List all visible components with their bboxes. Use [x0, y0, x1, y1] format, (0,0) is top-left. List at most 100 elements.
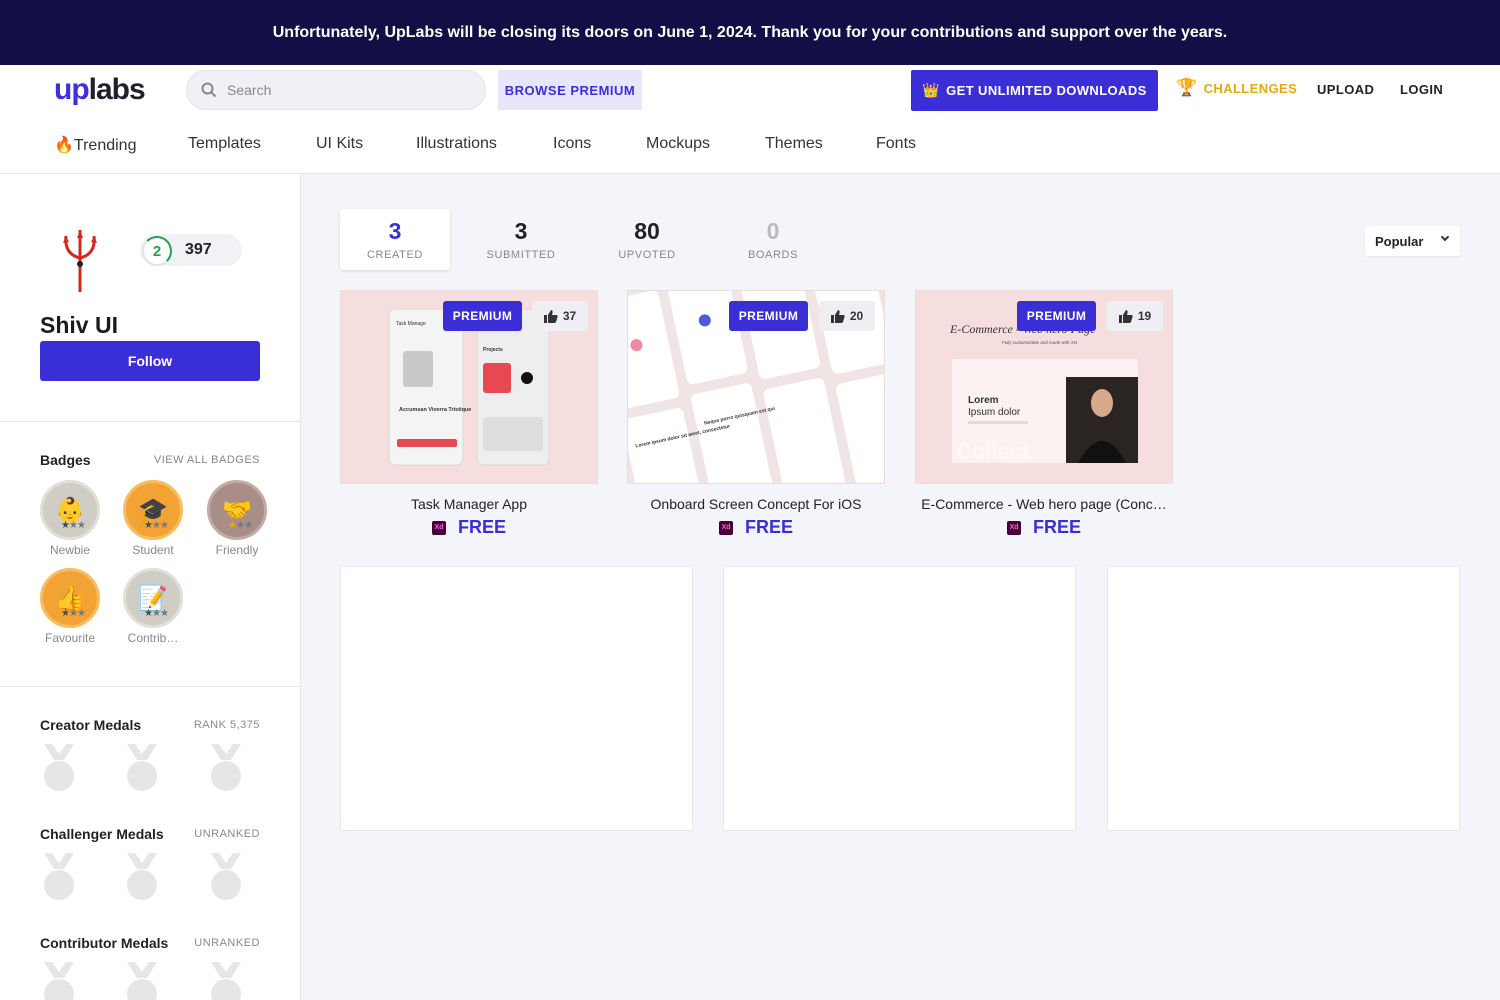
mock-text: Accumsan Viverra Tristique	[399, 407, 471, 413]
trophy-icon: 🏆	[1176, 78, 1198, 97]
like-button[interactable]: 19	[1107, 301, 1163, 331]
challenger-rank: UNRANKED	[194, 828, 260, 840]
medal-icon	[44, 853, 74, 900]
medal-icon	[44, 744, 74, 791]
card-title[interactable]: Task Manager App	[340, 496, 598, 512]
tab-label: CREATED	[367, 249, 423, 261]
medal-icon	[211, 744, 241, 791]
banner-text: Unfortunately, UpLabs will be closing it…	[272, 23, 1228, 41]
design-card[interactable]: E-Commerce - Web hero Page Fully customi…	[915, 290, 1173, 538]
challenges-label: CHALLENGES	[1203, 80, 1298, 96]
profile-name: Shiv UI	[40, 312, 118, 338]
avatar[interactable]	[58, 228, 102, 294]
get-unlimited-downloads-button[interactable]: 👑 GET UNLIMITED DOWNLOADS	[911, 70, 1158, 111]
badge-newbie-circle: 👶 ★★★	[40, 480, 100, 540]
mock-text: Lorem	[968, 395, 999, 406]
contributor-rank: UNRANKED	[194, 937, 260, 949]
premium-badge: PREMIUM	[443, 301, 522, 331]
closing-announcement-banner: Unfortunately, UpLabs will be closing it…	[0, 0, 1500, 65]
search-box[interactable]	[186, 70, 486, 110]
logo-up: up	[54, 73, 90, 106]
medal-icon	[127, 962, 157, 1000]
card-title[interactable]: E-Commerce - Web hero page (Conc…	[915, 496, 1173, 512]
loading-card-placeholder	[723, 566, 1076, 831]
design-card[interactable]: Lorem ipsum dolor sit amet, consectetur …	[627, 290, 885, 538]
divider	[0, 421, 301, 422]
badge-label: Newbie	[49, 543, 91, 557]
badge-friendly[interactable]: 🤝 ★★★ Friendly	[207, 480, 267, 557]
card-thumbnail[interactable]: Lorem ipsum dolor sit amet, consectetur …	[627, 290, 885, 484]
like-button[interactable]: 37	[532, 301, 588, 331]
mock-text: Task Manage	[396, 321, 426, 327]
chevron-down-icon	[1440, 232, 1450, 242]
card-price: Xd FREE	[915, 517, 1173, 538]
premium-badge: PREMIUM	[1017, 301, 1096, 331]
divider	[0, 686, 301, 687]
login-link[interactable]: LOGIN	[1400, 82, 1443, 97]
upload-link[interactable]: UPLOAD	[1317, 82, 1374, 97]
follow-button[interactable]: Follow	[40, 341, 260, 381]
mock-text: Projects	[483, 347, 503, 353]
category-illustrations[interactable]: Illustrations	[416, 135, 553, 155]
category-ui-kits[interactable]: UI Kits	[316, 135, 416, 155]
badge-favourite[interactable]: 👍 ★★★ Favourite	[40, 568, 100, 645]
adobe-xd-icon: Xd	[1006, 520, 1021, 535]
sort-dropdown[interactable]: Popular	[1365, 226, 1460, 256]
points-value: 397	[185, 241, 212, 258]
like-count: 37	[562, 309, 577, 323]
badge-label: Student	[132, 543, 174, 557]
badge-favourite-circle: 👍 ★★★	[40, 568, 100, 628]
medal-icon	[127, 853, 157, 900]
design-card[interactable]: Task Manage Accumsan Viverra Tristique P…	[340, 290, 598, 538]
badge-contributor[interactable]: 📝 ★★★ Contrib…	[123, 568, 183, 645]
mock-text: Collect	[956, 439, 1030, 464]
card-thumbnail[interactable]: Task Manage Accumsan Viverra Tristique P…	[340, 290, 598, 484]
card-title[interactable]: Onboard Screen Concept For iOS	[627, 496, 885, 512]
premium-badge: PREMIUM	[729, 301, 808, 331]
tab-label: SUBMITTED	[486, 249, 556, 261]
tab-submitted[interactable]: 3 SUBMITTED	[466, 209, 576, 270]
thumbs-up-icon	[830, 310, 845, 323]
card-thumbnail[interactable]: E-Commerce - Web hero Page Fully customi…	[915, 290, 1173, 484]
adobe-xd-icon: Xd	[718, 520, 733, 535]
tab-upvoted[interactable]: 80 UPVOTED	[592, 209, 702, 270]
badge-label: Favourite	[44, 631, 96, 645]
tab-count: 80	[634, 218, 660, 244]
adobe-xd-icon: Xd	[431, 520, 446, 535]
badge-label: Friendly	[215, 543, 259, 557]
like-count: 20	[849, 309, 864, 323]
browse-premium-button[interactable]: BROWSE PREMIUM	[498, 70, 642, 110]
category-icons[interactable]: Icons	[553, 135, 646, 155]
sort-selected: Popular	[1375, 233, 1424, 249]
level-points-pill: 2 397	[140, 234, 242, 266]
star-rating: ★★★	[144, 608, 169, 619]
medal-icon	[211, 962, 241, 1000]
like-count: 19	[1137, 309, 1152, 323]
badge-friendly-circle: 🤝 ★★★	[207, 480, 267, 540]
like-button[interactable]: 20	[819, 301, 875, 331]
card-price: Xd FREE	[340, 517, 598, 538]
tab-count: 3	[514, 218, 528, 244]
view-all-badges-link[interactable]: VIEW ALL BADGES	[154, 454, 260, 466]
badges-title: Badges	[40, 452, 91, 468]
search-input[interactable]	[227, 82, 457, 98]
badge-student[interactable]: 🎓 ★★★ Student	[123, 480, 183, 557]
mock-text: Fully customizable and made with XD.	[1002, 340, 1078, 345]
category-fonts[interactable]: Fonts	[876, 135, 916, 155]
tab-count: 0	[766, 218, 780, 244]
tab-created[interactable]: 3 CREATED	[340, 209, 450, 270]
category-templates[interactable]: Templates	[188, 135, 316, 155]
tab-boards[interactable]: 0 BOARDS	[718, 209, 828, 270]
tab-label: UPVOTED	[618, 249, 676, 261]
tab-label: BOARDS	[747, 249, 799, 261]
top-navigation: uplabs BROWSE PREMIUM 👑 GET UNLIMITED DO…	[0, 65, 1500, 174]
medal-icon	[44, 962, 74, 1000]
medal-icon	[127, 744, 157, 791]
badge-newbie[interactable]: 👶 ★★★ Newbie	[40, 480, 100, 557]
category-themes[interactable]: Themes	[765, 135, 876, 155]
challenges-link[interactable]: 🏆 CHALLENGES	[1176, 78, 1297, 98]
uplabs-logo[interactable]: uplabs	[54, 73, 146, 107]
category-mockups[interactable]: Mockups	[646, 135, 765, 155]
badge-contributor-circle: 📝 ★★★	[123, 568, 183, 628]
category-trending[interactable]: 🔥Trending	[54, 135, 188, 155]
